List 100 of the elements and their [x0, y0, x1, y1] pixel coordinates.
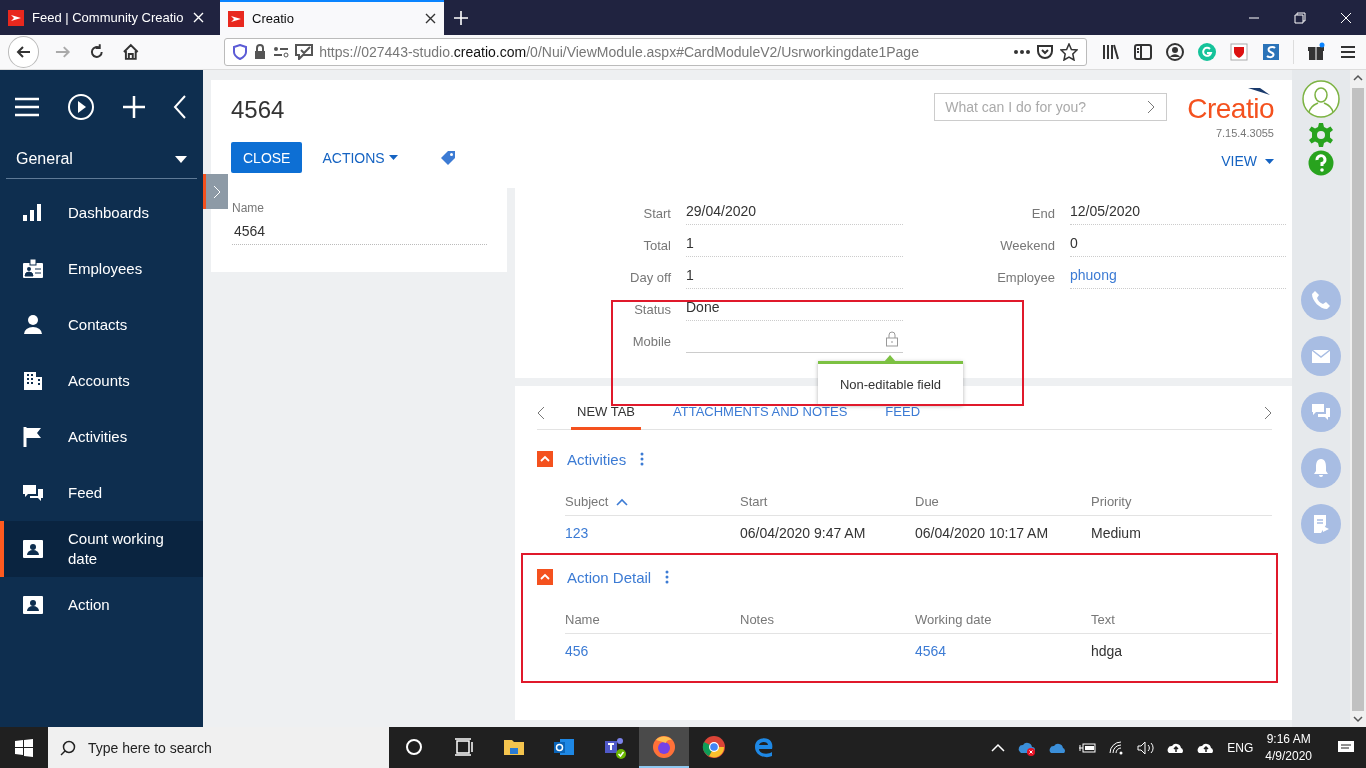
- expand-handle[interactable]: [203, 174, 228, 209]
- id-badge-icon: [20, 257, 46, 281]
- library-icon[interactable]: [1101, 42, 1121, 62]
- help-icon[interactable]: [1308, 150, 1334, 176]
- field-label: Name: [232, 201, 265, 215]
- scrollbar[interactable]: [1350, 70, 1366, 727]
- sidebar-item[interactable]: Employees: [0, 241, 203, 297]
- volume-icon[interactable]: [1137, 740, 1156, 755]
- close-button[interactable]: CLOSE: [231, 142, 303, 173]
- section-dropdown[interactable]: General: [6, 146, 197, 179]
- url-text: https://027443-studio.creatio.com/0/Nui/ViewModule.aspx#CardModuleV2/Usrworkingdate1Page: [319, 44, 920, 60]
- collapse-toggle-icon[interactable]: [537, 569, 553, 585]
- caret-icon: [388, 155, 398, 160]
- version-text: 7.15.4.3055: [1215, 127, 1274, 139]
- restore-icon[interactable]: [1294, 11, 1306, 24]
- table-link[interactable]: 456: [565, 643, 589, 659]
- contact-card-icon: [20, 593, 46, 617]
- shield-extension-icon[interactable]: [1229, 42, 1249, 62]
- field-label: Total: [642, 237, 671, 253]
- sidebar-item[interactable]: Count working date: [0, 521, 203, 577]
- chevron-left-icon[interactable]: [537, 405, 545, 420]
- sidebar-item[interactable]: Accounts: [0, 353, 203, 409]
- add-icon[interactable]: [122, 95, 146, 119]
- star-icon[interactable]: [1060, 43, 1078, 61]
- collapse-icon[interactable]: [173, 95, 187, 119]
- column-header[interactable]: Name: [565, 612, 740, 634]
- sidebar-icon[interactable]: [1133, 42, 1153, 62]
- browser-fox-icon[interactable]: [639, 727, 689, 768]
- sidebar-item[interactable]: Dashboards: [0, 185, 203, 241]
- play-icon[interactable]: [67, 93, 95, 121]
- table-cell: 06/04/2020 9:47 AM: [740, 525, 866, 541]
- close-icon[interactable]: [425, 13, 436, 24]
- kebab-menu-icon[interactable]: [665, 570, 670, 584]
- settings-icon[interactable]: [1308, 122, 1334, 148]
- record-title: 4564: [231, 96, 286, 124]
- cloud-icon[interactable]: [1049, 741, 1068, 754]
- column-header[interactable]: Text: [1091, 612, 1272, 634]
- contact-card-icon: [20, 537, 46, 561]
- taskbar-search-field[interactable]: Type here to search: [48, 727, 389, 768]
- column-header[interactable]: Notes: [740, 612, 915, 634]
- column-header[interactable]: Priority: [1091, 494, 1272, 516]
- chevron-right-icon[interactable]: [1264, 405, 1272, 420]
- s-extension-icon[interactable]: [1261, 42, 1281, 62]
- chevron-right-icon[interactable]: [1147, 100, 1156, 114]
- field-label: Start: [642, 205, 671, 221]
- column-header[interactable]: Subject: [565, 494, 740, 516]
- tag-icon[interactable]: [439, 149, 456, 166]
- collapse-toggle-icon[interactable]: [537, 451, 553, 467]
- kebab-menu-icon[interactable]: [640, 452, 645, 466]
- table-cell: Medium: [1091, 525, 1141, 541]
- pocket-icon[interactable]: [1036, 43, 1054, 61]
- scroll-down-icon[interactable]: [1350, 713, 1366, 725]
- language-indicator[interactable]: ENG: [1227, 740, 1254, 755]
- sidebar-item[interactable]: Contacts: [0, 297, 203, 353]
- column-header[interactable]: Due: [915, 494, 1091, 516]
- new-tab-icon[interactable]: [454, 10, 468, 25]
- sidebar-item[interactable]: Feed: [0, 465, 203, 521]
- field-label: Day off: [629, 269, 671, 285]
- sidebar-item[interactable]: Activities: [0, 409, 203, 465]
- more-icon[interactable]: [1014, 50, 1030, 54]
- record-tab[interactable]: NEW TAB: [571, 396, 642, 430]
- battery-icon[interactable]: [1079, 741, 1098, 754]
- actions-button[interactable]: ACTIONS: [314, 149, 406, 166]
- detail-title[interactable]: Activities: [567, 450, 627, 468]
- field-label: End: [1030, 205, 1055, 221]
- field-label: Status: [633, 301, 671, 317]
- field-value: 0: [1070, 229, 1286, 257]
- menu-icon[interactable]: [14, 96, 40, 118]
- column-header[interactable]: Start: [740, 494, 915, 516]
- swoosh-icon: [1248, 88, 1270, 95]
- column-header[interactable]: Working date: [915, 612, 1091, 634]
- sort-up-icon: [616, 497, 629, 506]
- field-value: 12/05/2020: [1070, 197, 1286, 225]
- field-label: Weekend: [999, 237, 1055, 253]
- shield-icon[interactable]: [233, 44, 248, 60]
- back-button[interactable]: [8, 36, 40, 68]
- permissions-icon[interactable]: [273, 45, 290, 59]
- browser-tab[interactable]: Feed | Community Creatio: [0, 0, 212, 35]
- view-button[interactable]: VIEW: [1221, 153, 1274, 169]
- table-link[interactable]: 123: [565, 525, 589, 541]
- chevron-up-icon[interactable]: [991, 742, 1006, 753]
- search-field[interactable]: What can I do for you?: [934, 93, 1168, 121]
- field-label: Mobile: [631, 333, 671, 349]
- lock-icon[interactable]: [253, 44, 268, 60]
- detail-title[interactable]: Action Detail: [567, 568, 652, 586]
- gift-icon[interactable]: [1306, 42, 1326, 62]
- app-logo-icon: [228, 10, 244, 27]
- sidebar-item[interactable]: Action: [0, 577, 203, 633]
- browser-tab[interactable]: Creatio: [220, 0, 444, 35]
- chat-icon[interactable]: [295, 44, 314, 60]
- account-icon[interactable]: [1165, 42, 1185, 62]
- windows-icon: [15, 738, 33, 757]
- address-bar[interactable]: https://027443-studio.creatio.com/0/Nui/ViewModule.aspx#CardModuleV2/Usrworkingdate1Page: [224, 38, 1087, 66]
- clock[interactable]: 9:16 AM 4/9/2020: [1265, 730, 1312, 765]
- lock-icon: [885, 330, 899, 347]
- field-link[interactable]: phuong: [1070, 261, 1286, 289]
- field-value: Done: [686, 293, 903, 321]
- search-icon: [60, 739, 76, 756]
- table-link[interactable]: 4564: [915, 643, 947, 659]
- home-icon[interactable]: [120, 42, 141, 62]
